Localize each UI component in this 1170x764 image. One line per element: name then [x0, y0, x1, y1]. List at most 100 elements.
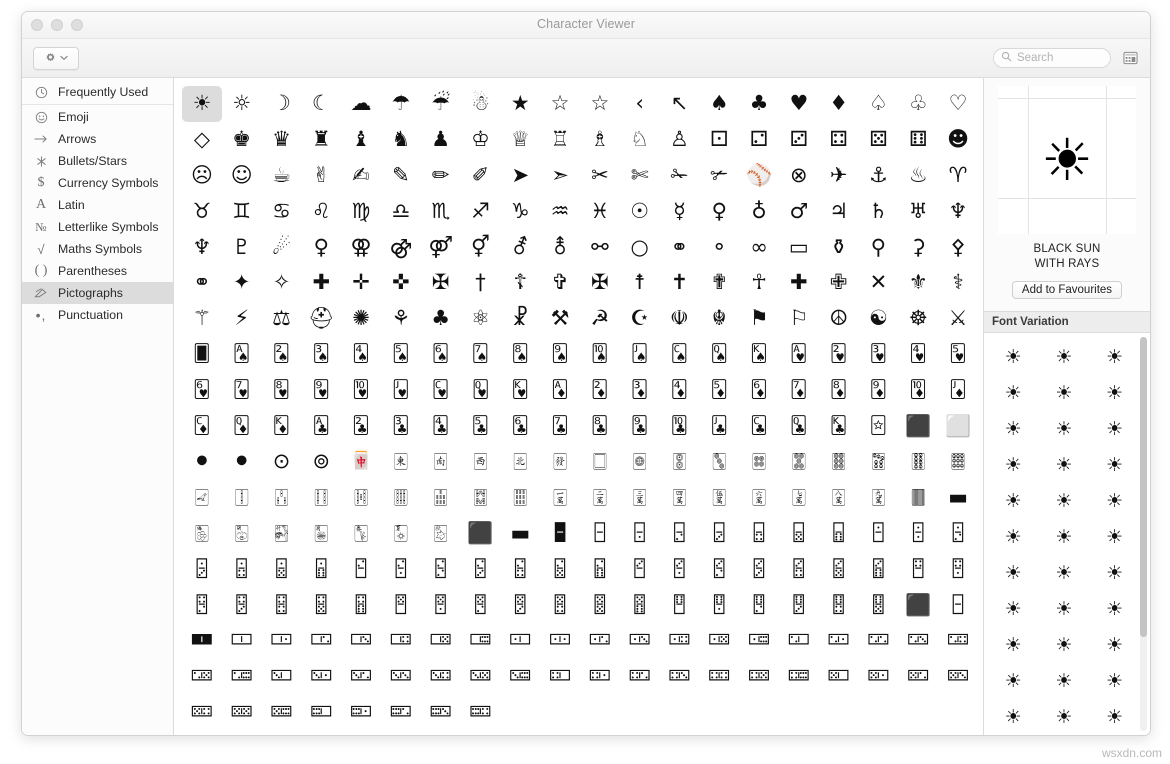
- character-grid-pane[interactable]: ☀ ☼ ☽ ☾ ☁ ☂ ☔ ☃ ★ ☆ ☆ ‹ ↖ ♠ ♣ ♥ ♦ ♤ ♧ ♡ ◇ ♚ ♛ ♜ ♝ ♞ ♟ ♔ ♕ ♖ ♗ ♘ ♙ ⚀ ⚁ ⚂ ⚃ ⚄ ⚅ ☻…: [174, 78, 984, 735]
- character-cell[interactable]: 🀐: [182, 480, 222, 516]
- character-cell[interactable]: 🁵: [500, 551, 540, 587]
- character-cell[interactable]: 🁗: [938, 659, 978, 695]
- character-cell[interactable]: 🀂: [461, 444, 501, 480]
- character-cell[interactable]: ♁: [739, 193, 779, 229]
- character-cell[interactable]: ✠: [421, 265, 461, 301]
- character-cell[interactable]: 🀁: [421, 444, 461, 480]
- character-cell[interactable]: ♧: [898, 86, 938, 122]
- font-variation-cell[interactable]: ☀: [1089, 699, 1140, 735]
- character-cell[interactable]: 🂃: [262, 587, 302, 623]
- character-cell[interactable]: 🀌: [739, 480, 779, 516]
- character-cell[interactable]: 🁝: [381, 695, 421, 731]
- character-cell[interactable]: ☸: [898, 301, 938, 337]
- character-cell[interactable]: 🀣: [222, 516, 262, 552]
- font-variation-cell[interactable]: ☀: [988, 519, 1039, 555]
- character-cell[interactable]: ∞: [739, 229, 779, 265]
- character-cell[interactable]: 🁷: [580, 551, 620, 587]
- character-cell[interactable]: ⚫: [222, 444, 262, 480]
- character-cell[interactable]: 🀓: [301, 480, 341, 516]
- character-cell[interactable]: 🂷: [222, 372, 262, 408]
- character-cell[interactable]: 🃚: [660, 408, 700, 444]
- character-cell[interactable]: ✟: [699, 265, 739, 301]
- character-cell[interactable]: ☔: [421, 86, 461, 122]
- font-variation-cell[interactable]: ☀: [1089, 375, 1140, 411]
- character-cell[interactable]: 🁙: [222, 695, 262, 731]
- character-cell[interactable]: 🂉: [500, 587, 540, 623]
- character-cell[interactable]: ✚: [779, 265, 819, 301]
- character-cell[interactable]: ⚐: [779, 301, 819, 337]
- character-cell[interactable]: 🁴: [461, 551, 501, 587]
- character-cell[interactable]: 🁁: [859, 623, 899, 659]
- character-cell[interactable]: 🂆: [381, 587, 421, 623]
- character-cell[interactable]: 🀫: [898, 480, 938, 516]
- character-cell[interactable]: ♈: [938, 158, 978, 194]
- sidebar-item-arrows[interactable]: Arrows: [22, 128, 173, 150]
- font-variation-cell[interactable]: ☀: [1039, 555, 1090, 591]
- character-cell[interactable]: 🃌: [182, 408, 222, 444]
- character-cell[interactable]: 🂼: [421, 372, 461, 408]
- character-cell[interactable]: ⚯: [580, 229, 620, 265]
- character-cell[interactable]: ♖: [540, 122, 580, 158]
- character-cell[interactable]: 🂊: [540, 587, 580, 623]
- character-cell[interactable]: 🀸: [500, 623, 540, 659]
- character-cell[interactable]: ☦: [500, 265, 540, 301]
- font-variation-cell[interactable]: ☀: [1039, 591, 1090, 627]
- character-cell[interactable]: 🀃: [500, 444, 540, 480]
- font-variation-cell[interactable]: ☀: [1039, 627, 1090, 663]
- character-cell[interactable]: ⚓: [859, 158, 899, 194]
- character-cell[interactable]: 🂀: [938, 551, 978, 587]
- add-to-favourites-button[interactable]: Add to Favourites: [1011, 281, 1123, 299]
- character-cell[interactable]: 🃈: [819, 372, 859, 408]
- character-cell[interactable]: ♗: [580, 122, 620, 158]
- character-cell[interactable]: 🁎: [580, 659, 620, 695]
- character-cell[interactable]: 🂒: [859, 587, 899, 623]
- font-variation-cell[interactable]: ☀: [1039, 699, 1090, 735]
- character-cell[interactable]: ☀: [182, 86, 222, 122]
- character-cell[interactable]: 🀎: [819, 480, 859, 516]
- character-cell[interactable]: ♘: [620, 122, 660, 158]
- character-cell[interactable]: 🁸: [620, 551, 660, 587]
- character-cell[interactable]: 🁦: [699, 516, 739, 552]
- font-variation-grid[interactable]: ☀ ☀ ☀ ☀ ☀ ☀ ☀ ☀ ☀ ☀ ☀ ☀ ☀ ☀ ☀ ☀ ☀ ☀ ☀ ☀ ☀ ☀ ☀ ☀ ☀ ☀ ☀ ☀ ☀ ☀ ☀ ☀ ☀: [984, 333, 1150, 735]
- character-cell[interactable]: ⚾: [739, 158, 779, 194]
- character-cell[interactable]: ☉: [620, 193, 660, 229]
- sidebar-item-parentheses[interactable]: ( ) Parentheses: [22, 260, 173, 282]
- character-cell[interactable]: ♟: [421, 122, 461, 158]
- font-variation-cell[interactable]: ☀: [988, 699, 1039, 735]
- character-cell[interactable]: ✄: [620, 158, 660, 194]
- character-cell[interactable]: 🀼: [660, 623, 700, 659]
- character-cell[interactable]: 🂥: [381, 337, 421, 373]
- character-cell[interactable]: ⚀: [699, 122, 739, 158]
- character-cell[interactable]: 🂈: [461, 587, 501, 623]
- font-variation-cell[interactable]: ☀: [1039, 375, 1090, 411]
- character-cell[interactable]: †: [461, 265, 501, 301]
- character-cell[interactable]: ♦: [819, 86, 859, 122]
- character-cell[interactable]: 🂏: [739, 587, 779, 623]
- character-cell[interactable]: ✍: [341, 158, 381, 194]
- character-cell[interactable]: ☭: [580, 301, 620, 337]
- character-cell[interactable]: 🃙: [620, 408, 660, 444]
- character-cell[interactable]: ♅: [898, 193, 938, 229]
- character-cell[interactable]: ⚴: [938, 229, 978, 265]
- character-cell[interactable]: 🂄: [301, 587, 341, 623]
- character-cell[interactable]: 🁔: [819, 659, 859, 695]
- character-grid[interactable]: ☀ ☼ ☽ ☾ ☁ ☂ ☔ ☃ ★ ☆ ☆ ‹ ↖ ♠ ♣ ♥ ♦ ♤ ♧ ♡ ◇ ♚ ♛ ♜ ♝ ♞ ♟ ♔ ♕ ♖ ♗ ♘ ♙ ⚀ ⚁ ⚂ ⚃ ⚄ ⚅ ☻…: [174, 78, 983, 730]
- character-cell[interactable]: 🃓: [381, 408, 421, 444]
- character-cell[interactable]: ◇: [182, 122, 222, 158]
- character-cell[interactable]: 🃗: [540, 408, 580, 444]
- character-cell[interactable]: ♉: [182, 193, 222, 229]
- character-cell[interactable]: 🀕: [381, 480, 421, 516]
- character-cell[interactable]: ⛑: [301, 301, 341, 337]
- character-cell[interactable]: 🃘: [580, 408, 620, 444]
- character-cell[interactable]: 🁕: [859, 659, 899, 695]
- sidebar-item-bullets-stars[interactable]: Bullets/Stars: [22, 150, 173, 172]
- character-cell[interactable]: ✝: [660, 265, 700, 301]
- character-cell[interactable]: 🃁: [540, 372, 580, 408]
- character-cell[interactable]: 🁬: [938, 516, 978, 552]
- character-cell[interactable]: ☄: [262, 229, 302, 265]
- character-cell[interactable]: ⚑: [739, 301, 779, 337]
- character-cell[interactable]: 🀒: [262, 480, 302, 516]
- character-cell[interactable]: 🁖: [898, 659, 938, 695]
- character-cell[interactable]: 🂮: [739, 337, 779, 373]
- character-cell[interactable]: ✦: [222, 265, 262, 301]
